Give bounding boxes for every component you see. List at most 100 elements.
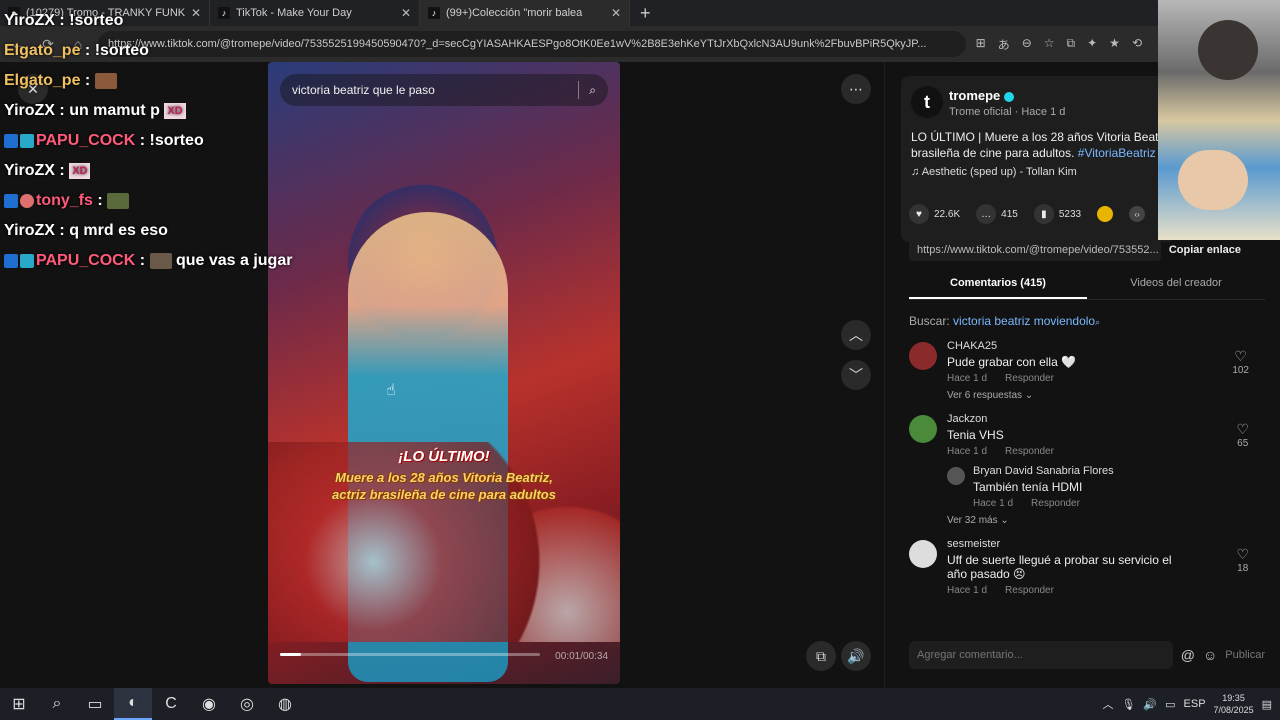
video-search-bar[interactable]: victoria beatriz que le paso ⌕ xyxy=(280,74,608,106)
clock[interactable]: 19:35 7/08/2025 xyxy=(1214,692,1254,716)
ccleaner-icon[interactable]: C xyxy=(152,688,190,720)
system-tray: ︿ 🎙 🔊 ▭ ESP 19:35 7/08/2025 ▤ xyxy=(1102,692,1280,716)
chevron-up-icon[interactable]: ︿ xyxy=(1102,696,1113,712)
tiktok-icon: ♪ xyxy=(428,7,440,19)
comment-user[interactable]: CHAKA25 xyxy=(947,340,1259,352)
comment-user[interactable]: Jackzon xyxy=(947,413,1259,425)
comment-user[interactable]: sesmeister xyxy=(947,538,1259,550)
favorite-star-icon[interactable]: ☆ xyxy=(1044,36,1055,53)
avatar[interactable] xyxy=(947,467,965,485)
comment-item: sesmeister Uff de suerte llegué a probar… xyxy=(909,538,1259,596)
comment-text: Uff de suerte llegué a probar su servici… xyxy=(947,553,1172,581)
video-description: LO ÚLTIMO | Muere a los 28 años Vitoria … xyxy=(911,130,1166,160)
history-icon[interactable]: ⟲ xyxy=(1132,36,1142,53)
previous-video-button[interactable]: ︿ xyxy=(841,320,871,350)
badge-icon xyxy=(20,253,34,268)
favorites-icon[interactable]: ★ xyxy=(1109,36,1120,53)
close-icon[interactable]: ✕ xyxy=(611,6,621,20)
comments-list: CHAKA25 Pude grabar con ella 🤍 Hace 1 dR… xyxy=(909,340,1259,624)
video-search-text: victoria beatriz que le paso xyxy=(292,83,435,97)
tab-creator-videos[interactable]: Videos del creador xyxy=(1087,270,1265,299)
panel-tabs: Comentarios (415) Videos del creador xyxy=(909,270,1265,300)
close-icon[interactable]: ✕ xyxy=(401,6,411,20)
emote-icon xyxy=(107,192,130,209)
comment-user[interactable]: Bryan David Sanabria Flores xyxy=(973,465,1259,477)
chat-message: Elgato_pe : !sorteo xyxy=(4,42,149,59)
comment-input[interactable] xyxy=(909,641,1173,669)
copy-link-button[interactable]: Copiar enlace xyxy=(1161,244,1249,256)
share-link[interactable]: https://www.tiktok.com/@tromepe/video/75… xyxy=(909,239,1161,261)
zoom-icon[interactable]: ⊖ xyxy=(1022,36,1032,53)
chrome-icon[interactable]: ◉ xyxy=(190,688,228,720)
like-button[interactable]: ♥ 22.6K xyxy=(909,204,960,224)
translate-icon[interactable]: あ xyxy=(998,36,1010,53)
chat-user: YiroZX xyxy=(4,12,55,29)
embed-icon[interactable]: ‹› xyxy=(1129,206,1146,222)
search-suggestion-link[interactable]: victoria beatriz moviendolo xyxy=(953,314,1095,328)
extensions-icon[interactable]: ⧉ xyxy=(1067,36,1076,53)
avatar[interactable] xyxy=(909,415,937,443)
search-icon[interactable]: ⌕ xyxy=(589,83,596,98)
coin-icon[interactable] xyxy=(1097,206,1114,222)
new-tab-button[interactable]: + xyxy=(630,3,661,24)
tab-comments[interactable]: Comentarios (415) xyxy=(909,270,1087,299)
comment-like-button[interactable]: ♡ 102 xyxy=(1232,348,1249,376)
publish-button[interactable]: Publicar xyxy=(1225,649,1265,661)
browser-tab-3[interactable]: ♪ (99+)Colección "morir balea ✕ xyxy=(420,0,630,26)
reply-button[interactable]: Responder xyxy=(1005,446,1054,457)
collections-icon[interactable]: ✦ xyxy=(1087,36,1097,53)
app-icon[interactable]: ⊞ xyxy=(976,36,986,53)
webcam-subject xyxy=(1198,20,1258,80)
obs-icon[interactable]: ◍ xyxy=(266,688,304,720)
next-video-button[interactable]: ﹀ xyxy=(841,360,871,390)
file-explorer-icon[interactable]: ▭ xyxy=(76,688,114,720)
save-button[interactable]: ▮ 5233 xyxy=(1033,204,1081,224)
bookmark-icon: ▮ xyxy=(1033,204,1054,224)
view-replies-button[interactable]: Ver 6 respuestas ⌄ xyxy=(947,390,1259,401)
network-icon[interactable]: ▭ xyxy=(1165,698,1175,711)
microphone-icon[interactable]: 🎙 xyxy=(1121,698,1135,711)
view-more-button[interactable]: Ver 32 más ⌄ xyxy=(947,515,1259,526)
pip-button[interactable]: ⧉ xyxy=(806,641,836,671)
chat-message: tony_fs : xyxy=(4,186,324,216)
creator-avatar[interactable]: t xyxy=(911,86,943,118)
comment-button[interactable]: … 415 xyxy=(976,204,1018,224)
heart-outline-icon: ♡ xyxy=(1236,546,1249,562)
divider xyxy=(578,81,580,99)
volume-button[interactable]: 🔊 xyxy=(841,641,871,671)
chat-user: PAPU_COCK xyxy=(36,252,136,269)
emoji-icon[interactable]: ☺ xyxy=(1203,647,1217,663)
chat-user: PAPU_COCK xyxy=(36,132,136,149)
chat-message: PAPU_COCK : que vas a jugar xyxy=(4,246,324,276)
chat-message: YiroZX : !sorteo xyxy=(4,12,124,29)
avatar[interactable] xyxy=(909,342,937,370)
comment-meta: Hace 1 d Responder xyxy=(947,446,1054,457)
comment-like-button[interactable]: ♡ 18 xyxy=(1236,546,1249,574)
app-icon[interactable]: ◎ xyxy=(228,688,266,720)
avatar[interactable] xyxy=(909,540,937,568)
comment-like-button[interactable]: ♡ 65 xyxy=(1236,421,1249,449)
windows-taskbar: ⊞ ⌕ ▭ ◐ C ◉ ◎ ◍ ︿ 🎙 🔊 ▭ ESP 19:35 7/08/20… xyxy=(0,688,1280,720)
hashtag-link[interactable]: #VitoriaBeatriz xyxy=(1078,146,1156,160)
creator-name[interactable]: tromepe xyxy=(949,88,1015,103)
keyboard-language[interactable]: ESP xyxy=(1184,698,1206,710)
badge-icon xyxy=(4,193,18,208)
chat-user: YiroZX xyxy=(4,222,55,239)
video-caption-body: Muere a los 28 años Vitoria Beatriz, act… xyxy=(332,470,556,502)
reply-button[interactable]: Responder xyxy=(1005,373,1054,384)
tab-title: (99+)Colección "morir balea xyxy=(446,7,583,19)
mention-icon[interactable]: @ xyxy=(1181,647,1195,663)
reply-button[interactable]: Responder xyxy=(1005,585,1054,596)
search-icon[interactable]: ⌕ xyxy=(38,688,76,720)
music-link[interactable]: ♫ Aesthetic (sped up) - Tollan Kim xyxy=(911,166,1077,178)
volume-icon[interactable]: 🔊 xyxy=(1143,698,1157,711)
reply-button[interactable]: Responder xyxy=(1031,498,1080,509)
more-options-button[interactable]: ⋯ xyxy=(841,74,871,104)
reply-item: Bryan David Sanabria Flores También tení… xyxy=(947,465,1259,509)
notification-icon[interactable]: ▤ xyxy=(1262,698,1272,711)
video-progress-bar[interactable] xyxy=(280,653,540,656)
windows-start-icon[interactable]: ⊞ xyxy=(0,688,38,720)
edge-browser-icon[interactable]: ◐ xyxy=(114,688,152,720)
webcam-subject xyxy=(1178,150,1248,210)
chat-user: YiroZX xyxy=(4,162,55,179)
